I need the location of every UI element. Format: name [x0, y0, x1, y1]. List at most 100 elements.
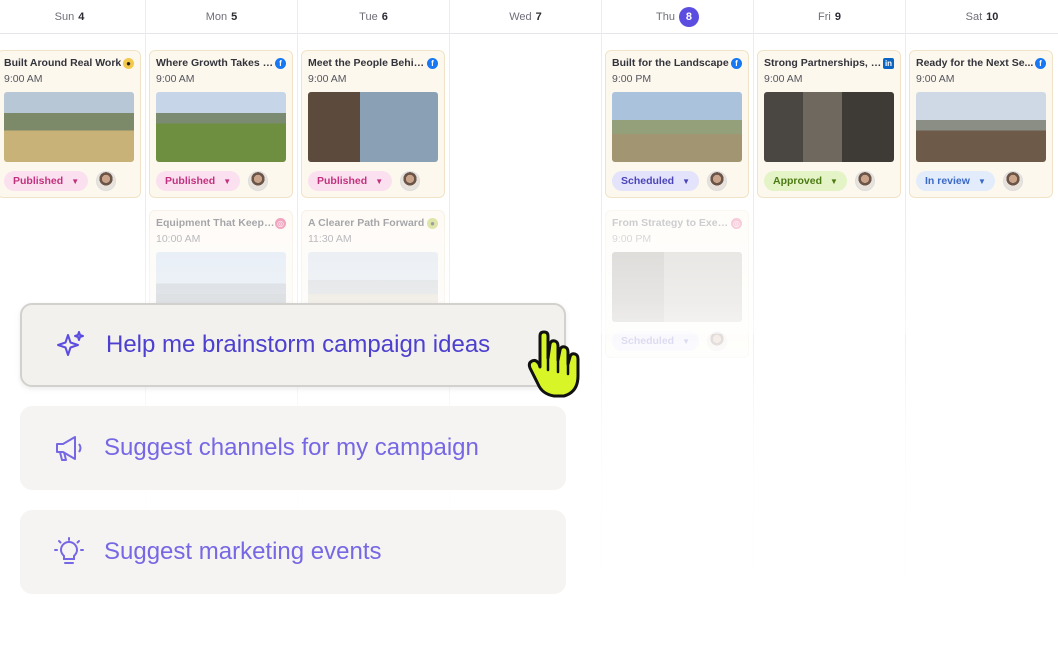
post-title: Strong Partnerships, B... — [764, 57, 883, 69]
day-number: 7 — [535, 10, 542, 23]
status-label: Scheduled — [621, 335, 675, 347]
avatar — [854, 171, 875, 191]
day-number: 4 — [78, 10, 85, 23]
status-dropdown[interactable]: In review ▼ — [916, 171, 995, 191]
post-card[interactable]: Meet the People Behin... f 9:00 AM Publi… — [301, 50, 445, 198]
status-label: Scheduled — [621, 175, 675, 187]
post-title: Built Around Real Work — [4, 57, 122, 69]
mailchimp-icon: ● — [123, 57, 134, 69]
instagram-icon: ◎ — [275, 217, 286, 229]
avatar — [96, 171, 117, 191]
post-title: Meet the People Behin... — [308, 57, 427, 69]
post-footer: Approved ▼ — [764, 171, 894, 191]
day-column-thu: Thu 8 Built for the Landscape f 9:00 PM … — [602, 0, 754, 600]
post-time: 9:00 AM — [4, 73, 43, 85]
status-dropdown[interactable]: Approved ▼ — [764, 171, 847, 191]
day-header: Fri 9 — [754, 0, 905, 34]
instagram-icon: ◎ — [731, 217, 742, 229]
facebook-icon: f — [1035, 57, 1046, 69]
post-footer: Published ▼ — [156, 171, 286, 191]
facebook-icon: f — [427, 57, 438, 69]
post-title: From Strategy to Exec... — [612, 217, 731, 229]
post-card-header: Equipment That Keeps... ◎ — [156, 217, 286, 229]
status-dropdown[interactable]: Scheduled ▼ — [612, 331, 700, 351]
day-header: Tue 6 — [298, 0, 449, 34]
avatar — [248, 171, 269, 191]
chevron-down-icon: ▼ — [375, 176, 384, 186]
post-title: Equipment That Keeps... — [156, 217, 275, 229]
status-dropdown[interactable]: Published ▼ — [156, 171, 241, 191]
post-time: 9:00 PM — [612, 233, 652, 245]
day-name: Wed — [509, 10, 532, 23]
post-footer: Scheduled ▼ — [612, 171, 742, 191]
day-header: Thu 8 — [602, 0, 753, 34]
post-footer: Published ▼ — [4, 171, 134, 191]
post-card[interactable]: Where Growth Takes R... f 9:00 AM Publis… — [149, 50, 293, 198]
post-card-header: Ready for the Next Se... f — [916, 57, 1046, 69]
post-time: 9:00 AM — [156, 73, 195, 85]
post-image — [916, 92, 1046, 162]
channels-prompt-button[interactable]: Suggest channels for my campaign — [20, 406, 566, 490]
day-name: Mon — [205, 10, 228, 23]
post-card[interactable]: Built for the Landscape f 9:00 PM Schedu… — [605, 50, 749, 198]
post-footer: In review ▼ — [916, 171, 1046, 191]
prompt-label: Suggest marketing events — [104, 538, 382, 565]
post-card[interactable]: Ready for the Next Se... f 9:00 AM In re… — [909, 50, 1053, 198]
post-card-header: From Strategy to Exec... ◎ — [612, 217, 742, 229]
day-header: Sat 10 — [906, 0, 1058, 34]
status-label: Published — [317, 175, 368, 187]
day-name: Thu — [656, 10, 675, 23]
day-name: Sat — [965, 10, 983, 23]
day-number-today: 8 — [678, 6, 699, 27]
sparkles-icon — [54, 328, 88, 362]
post-time: 9:00 AM — [916, 73, 955, 85]
prompt-label: Suggest channels for my campaign — [104, 434, 479, 461]
post-time: 11:30 AM — [308, 233, 352, 245]
post-card-header: Where Growth Takes R... f — [156, 57, 286, 69]
facebook-icon: f — [275, 57, 286, 69]
chevron-down-icon: ▼ — [223, 176, 232, 186]
post-image — [4, 92, 134, 162]
post-footer: Scheduled ▼ — [612, 331, 742, 351]
hand-cursor-icon — [526, 330, 590, 400]
status-label: Published — [13, 175, 64, 187]
lightbulb-icon — [52, 535, 86, 569]
post-card-header: Meet the People Behin... f — [308, 57, 438, 69]
post-time: 9:00 PM — [612, 73, 652, 85]
day-name: Sun — [54, 10, 75, 23]
post-image — [156, 92, 286, 162]
status-label: In review — [925, 175, 970, 187]
post-card[interactable]: Built Around Real Work ● 9:00 AM Publish… — [0, 50, 141, 198]
chevron-down-icon: ▼ — [977, 176, 986, 186]
day-name: Tue — [359, 10, 378, 23]
status-dropdown[interactable]: Published ▼ — [308, 171, 393, 191]
day-header: Sun 4 — [0, 0, 145, 34]
events-prompt-button[interactable]: Suggest marketing events — [20, 510, 566, 594]
post-title: Built for the Landscape — [612, 57, 729, 69]
post-title: Where Growth Takes R... — [156, 57, 275, 69]
post-image — [612, 92, 742, 162]
avatar — [707, 331, 728, 351]
facebook-icon: f — [731, 57, 742, 69]
post-footer: Published ▼ — [308, 171, 438, 191]
post-image — [764, 92, 894, 162]
chevron-down-icon: ▼ — [682, 336, 691, 346]
day-name: Fri — [818, 10, 831, 23]
post-image — [308, 92, 438, 162]
post-title: Ready for the Next Se... — [916, 57, 1034, 69]
post-title: A Clearer Path Forward — [308, 217, 425, 229]
post-time: 9:00 AM — [764, 73, 803, 85]
post-card-header: Built for the Landscape f — [612, 57, 742, 69]
post-card[interactable]: From Strategy to Exec... ◎ 9:00 PM Sched… — [605, 210, 749, 358]
post-card[interactable]: Strong Partnerships, B... in 9:00 AM App… — [757, 50, 901, 198]
brainstorm-prompt-button[interactable]: Help me brainstorm campaign ideas — [20, 303, 566, 387]
mailchimp-icon: ● — [427, 217, 438, 229]
day-column-fri: Fri 9 Strong Partnerships, B... in 9:00 … — [754, 0, 906, 600]
day-number: 9 — [834, 10, 841, 23]
chevron-down-icon: ▼ — [71, 176, 80, 186]
status-dropdown[interactable]: Scheduled ▼ — [612, 171, 700, 191]
day-header: Wed 7 — [450, 0, 601, 34]
status-dropdown[interactable]: Published ▼ — [4, 171, 89, 191]
chevron-down-icon: ▼ — [682, 176, 691, 186]
avatar — [707, 171, 728, 191]
